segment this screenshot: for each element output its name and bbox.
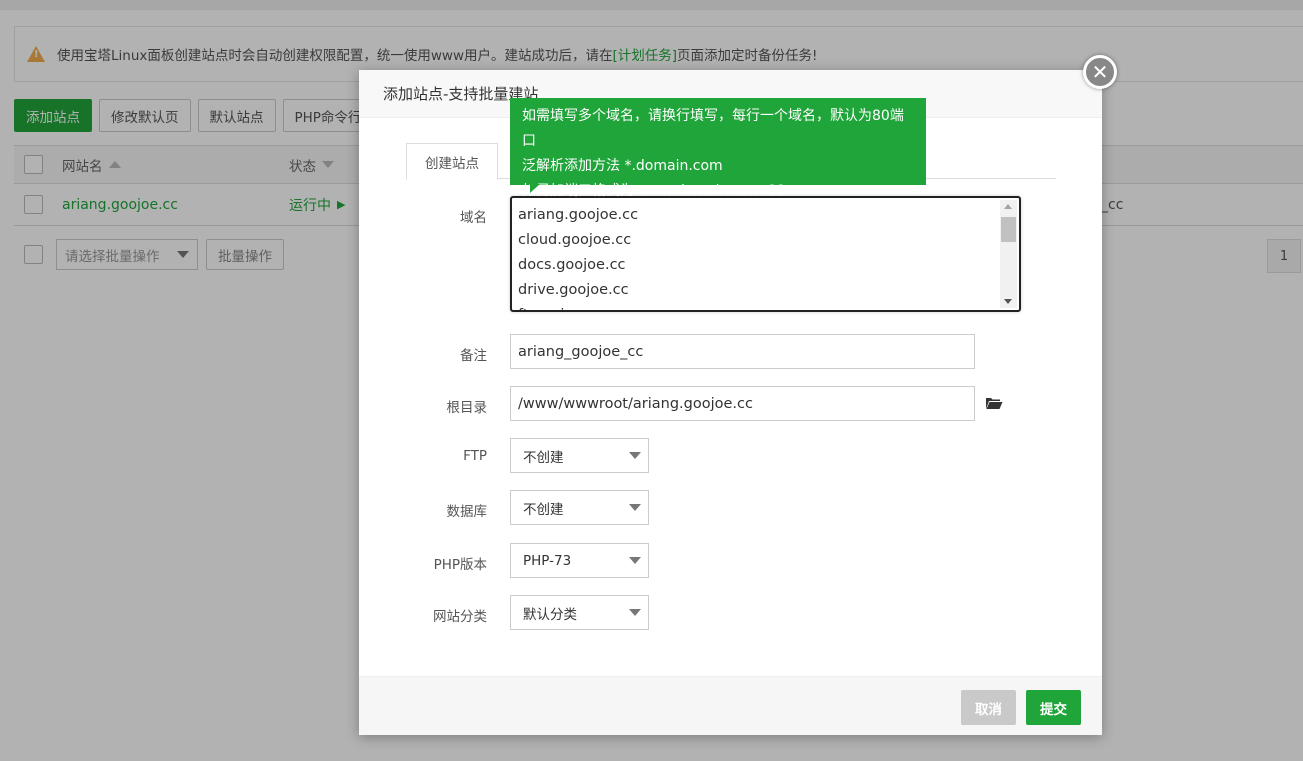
folder-open-icon[interactable] — [985, 396, 1003, 410]
root-dir-input[interactable]: /www/wwwroot/ariang.goojoe.cc — [510, 386, 975, 421]
scroll-thumb[interactable] — [1001, 217, 1016, 242]
scroll-up-arrow-icon[interactable] — [1004, 204, 1012, 209]
root-dir-row: 根目录 — [359, 396, 488, 416]
domain-scrollbar[interactable] — [1000, 200, 1017, 308]
modal-footer: 取消 提交 — [359, 676, 1102, 735]
category-select[interactable]: 默认分类 — [510, 595, 649, 630]
tooltip-line: 如需填写多个域名，请换行填写，每行一个域名，默认为80端口 — [522, 108, 904, 149]
domain-line: ariang.goojoe.cc — [518, 207, 639, 223]
ftp-label: FTP — [463, 448, 487, 464]
database-select-value: 不创建 — [523, 501, 564, 518]
domain-line: ftp.goi... — [518, 303, 1019, 310]
tooltip-line: 泛解析添加方法 *.domain.com — [522, 158, 723, 174]
tab-create-site[interactable]: 创建站点 — [406, 143, 498, 180]
database-select[interactable]: 不创建 — [510, 490, 649, 525]
domain-line: drive.goojoe.cc — [518, 282, 629, 298]
chevron-down-icon — [629, 504, 641, 511]
cancel-button[interactable]: 取消 — [961, 690, 1016, 725]
php-version-value: PHP-73 — [523, 552, 572, 569]
domain-textarea[interactable]: ariang.goojoe.cc cloud.goojoe.cc docs.gooj… — [510, 196, 1021, 312]
domain-row: 域名 — [359, 206, 487, 226]
php-version-row: PHP版本 — [359, 553, 487, 573]
remark-label: 备注 — [460, 348, 487, 364]
remark-row: 备注 — [359, 344, 487, 364]
ftp-row: FTP — [359, 448, 487, 464]
chevron-down-icon — [629, 557, 641, 564]
chevron-down-icon — [629, 452, 641, 459]
category-label: 网站分类 — [433, 609, 487, 625]
category-value: 默认分类 — [523, 606, 577, 623]
ftp-select-value: 不创建 — [523, 449, 564, 466]
domain-lines: ariang.goojoe.cc cloud.goojoe.cc docs.gooj… — [512, 198, 1019, 310]
php-version-label: PHP版本 — [433, 557, 487, 573]
domain-line: cloud.goojoe.cc — [518, 232, 632, 248]
scroll-down-arrow-icon[interactable] — [1004, 299, 1012, 304]
chevron-down-icon — [629, 609, 641, 616]
tooltip-line: 如另加端口格式为 www.domain.com:88 — [522, 183, 786, 199]
remark-input[interactable]: ariang_goojoe_cc — [510, 334, 975, 369]
close-icon[interactable]: ✕ — [1083, 55, 1117, 89]
php-version-select[interactable]: PHP-73 — [510, 543, 649, 578]
domain-line: docs.goojoe.cc — [518, 257, 626, 273]
database-label: 数据库 — [446, 504, 488, 520]
root-dir-label: 根目录 — [446, 400, 488, 416]
tooltip-arrow — [530, 184, 540, 193]
database-row: 数据库 — [359, 500, 488, 520]
category-row: 网站分类 — [359, 605, 487, 625]
ftp-select[interactable]: 不创建 — [510, 438, 649, 473]
submit-button[interactable]: 提交 — [1026, 690, 1081, 725]
domain-help-tooltip: 如需填写多个域名，请换行填写，每行一个域名，默认为80端口 泛解析添加方法 *.… — [510, 98, 926, 199]
domain-label: 域名 — [460, 210, 487, 226]
